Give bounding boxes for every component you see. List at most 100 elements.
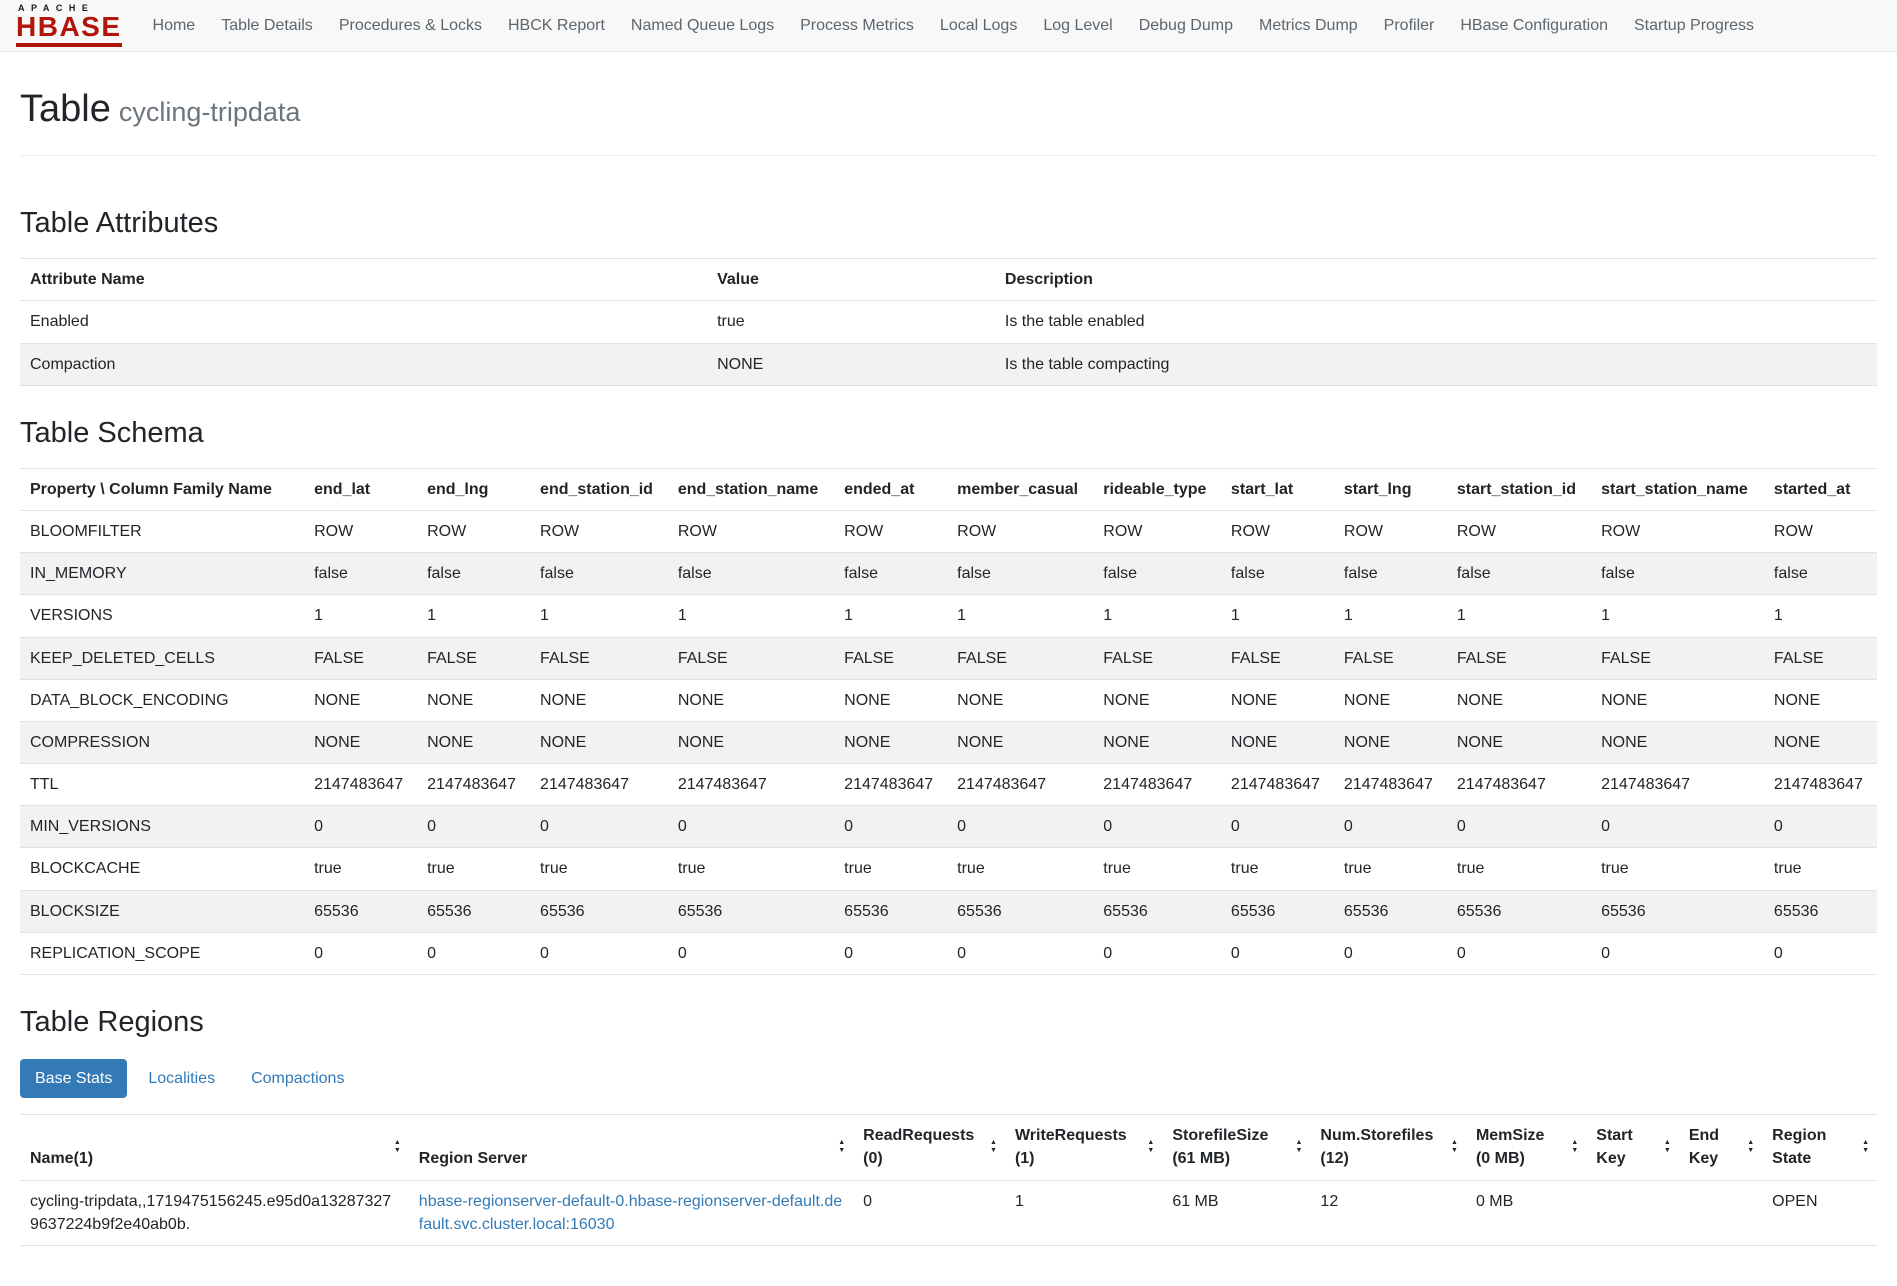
column-header-num-storefiles-12[interactable]: Num.Storefiles (12)▲▼: [1310, 1115, 1466, 1180]
table-cell: true: [1591, 848, 1764, 890]
nav-item-hbase-configuration[interactable]: HBase Configuration: [1447, 0, 1621, 52]
table-cell: ROW: [1093, 510, 1221, 552]
table-cell: NONE: [304, 721, 417, 763]
column-header-label: started_at: [1774, 481, 1850, 498]
table-cell: [1586, 1180, 1679, 1245]
table-cell: 0: [1334, 806, 1447, 848]
tab-localities[interactable]: Localities: [133, 1059, 230, 1098]
table-cell: 2147483647: [834, 764, 947, 806]
nav-item-debug-dump[interactable]: Debug Dump: [1126, 0, 1246, 52]
table-cell: 1: [530, 595, 668, 637]
nav-item-table-details[interactable]: Table Details: [208, 0, 326, 52]
table-cell: IN_MEMORY: [20, 553, 304, 595]
sort-desc-arrow: ▼: [1295, 1147, 1302, 1155]
sort-asc-arrow: ▲: [1664, 1139, 1671, 1147]
nav-item-profiler[interactable]: Profiler: [1371, 0, 1448, 52]
tab-compactions[interactable]: Compactions: [236, 1059, 359, 1098]
sort-desc-arrow: ▼: [394, 1147, 401, 1155]
table-cell: true: [1334, 848, 1447, 890]
table-cell: 1: [417, 595, 530, 637]
table-cell: 1: [1591, 595, 1764, 637]
table-cell: TTL: [20, 764, 304, 806]
nav-item-startup-progress[interactable]: Startup Progress: [1621, 0, 1767, 52]
column-header-label: start_lng: [1344, 481, 1412, 498]
table-cell: 0: [1093, 932, 1221, 974]
region-server-link[interactable]: hbase-regionserver-default-0.hbase-regio…: [419, 1193, 842, 1233]
hbase-wordmark: HBASE: [16, 14, 122, 47]
sort-desc-arrow: ▼: [1862, 1147, 1869, 1155]
sort-icon[interactable]: ▲▼: [394, 1139, 401, 1155]
section-heading-schema: Table Schema: [20, 412, 1877, 454]
column-header-name-1[interactable]: Name(1)▲▼: [20, 1115, 409, 1180]
table-cell: 65536: [1764, 890, 1877, 932]
table-row: KEEP_DELETED_CELLSFALSEFALSEFALSEFALSEFA…: [20, 637, 1877, 679]
hbase-logo[interactable]: APACHE HBASE: [12, 2, 126, 49]
table-cell: ROW: [668, 510, 834, 552]
sort-icon[interactable]: ▲▼: [990, 1139, 997, 1155]
column-header-label: ReadRequests (0): [863, 1127, 974, 1167]
column-header-region-state[interactable]: Region State ▲▼: [1762, 1115, 1877, 1180]
table-row: MIN_VERSIONS000000000000: [20, 806, 1877, 848]
table-cell: FALSE: [947, 637, 1093, 679]
table-cell: 0: [834, 932, 947, 974]
table-cell: 65536: [304, 890, 417, 932]
nav-item-log-level[interactable]: Log Level: [1030, 0, 1125, 52]
column-header-readrequests-0[interactable]: ReadRequests (0) ▲▼: [853, 1115, 1005, 1180]
column-header-label: Region State: [1772, 1127, 1826, 1167]
nav-item-wrap: HBCK Report: [495, 0, 618, 52]
table-cell: ROW: [1221, 510, 1334, 552]
nav-item-home[interactable]: Home: [140, 0, 209, 52]
column-header-memsize-0-mb[interactable]: MemSize (0 MB)▲▼: [1466, 1115, 1586, 1180]
sort-icon[interactable]: ▲▼: [1862, 1139, 1869, 1155]
column-header-label: member_casual: [957, 481, 1078, 498]
nav-item-procedures-locks[interactable]: Procedures & Locks: [326, 0, 495, 52]
column-header-label: End Key: [1689, 1127, 1719, 1167]
table-row: REPLICATION_SCOPE000000000000: [20, 932, 1877, 974]
nav-item-process-metrics[interactable]: Process Metrics: [787, 0, 927, 52]
tab-base-stats[interactable]: Base Stats: [20, 1059, 127, 1098]
sort-icon[interactable]: ▲▼: [1295, 1139, 1302, 1155]
table-cell: false: [834, 553, 947, 595]
nav-item-hbck-report[interactable]: HBCK Report: [495, 0, 618, 52]
nav-item-local-logs[interactable]: Local Logs: [927, 0, 1030, 52]
table-cell: 0: [1591, 806, 1764, 848]
table-cell: 65536: [1334, 890, 1447, 932]
nav-item-named-queue-logs[interactable]: Named Queue Logs: [618, 0, 787, 52]
column-header-end-key[interactable]: End Key ▲▼: [1679, 1115, 1762, 1180]
table-cell: 2147483647: [304, 764, 417, 806]
column-header-label: Start Key: [1596, 1127, 1632, 1167]
table-cell: NONE: [1093, 721, 1221, 763]
table-cell: ROW: [1764, 510, 1877, 552]
sort-desc-arrow: ▼: [1747, 1147, 1754, 1155]
top-navbar: APACHE HBASE HomeTable DetailsProcedures…: [0, 0, 1897, 52]
sort-icon[interactable]: ▲▼: [1747, 1139, 1754, 1155]
column-header-start-key[interactable]: Start Key ▲▼: [1586, 1115, 1679, 1180]
table-cell: 61 MB: [1162, 1180, 1310, 1245]
nav-item-metrics-dump[interactable]: Metrics Dump: [1246, 0, 1371, 52]
sort-asc-arrow: ▲: [1147, 1139, 1154, 1147]
column-header-writerequests-1[interactable]: WriteRequests (1)▲▼: [1005, 1115, 1162, 1180]
column-header-label: Property \ Column Family Name: [30, 481, 272, 498]
sort-desc-arrow: ▼: [1571, 1147, 1578, 1155]
column-header-start-lat: start_lat: [1221, 468, 1334, 510]
column-header-label: Value: [717, 271, 759, 288]
table-cell: OPEN: [1762, 1180, 1877, 1245]
sort-icon[interactable]: ▲▼: [838, 1139, 845, 1155]
sort-icon[interactable]: ▲▼: [1571, 1139, 1578, 1155]
column-header-region-server[interactable]: Region Server▲▼: [409, 1115, 853, 1180]
table-cell: BLOOMFILTER: [20, 510, 304, 552]
table-cell: 65536: [530, 890, 668, 932]
table-row: VERSIONS111111111111: [20, 595, 1877, 637]
sort-icon[interactable]: ▲▼: [1147, 1139, 1154, 1155]
table-cell: NONE: [530, 679, 668, 721]
sort-icon[interactable]: ▲▼: [1451, 1139, 1458, 1155]
column-header-storefilesize-61-mb[interactable]: StorefileSize (61 MB) ▲▼: [1162, 1115, 1310, 1180]
table-row: IN_MEMORYfalsefalsefalsefalsefalsefalsef…: [20, 553, 1877, 595]
table-row: TTL2147483647214748364721474836472147483…: [20, 764, 1877, 806]
column-header-label: Description: [1005, 271, 1093, 288]
sort-icon[interactable]: ▲▼: [1664, 1139, 1671, 1155]
column-header-label: StorefileSize (61 MB): [1172, 1127, 1268, 1167]
sort-asc-arrow: ▲: [1451, 1139, 1458, 1147]
table-cell: 0: [668, 806, 834, 848]
table-cell: 2147483647: [1334, 764, 1447, 806]
